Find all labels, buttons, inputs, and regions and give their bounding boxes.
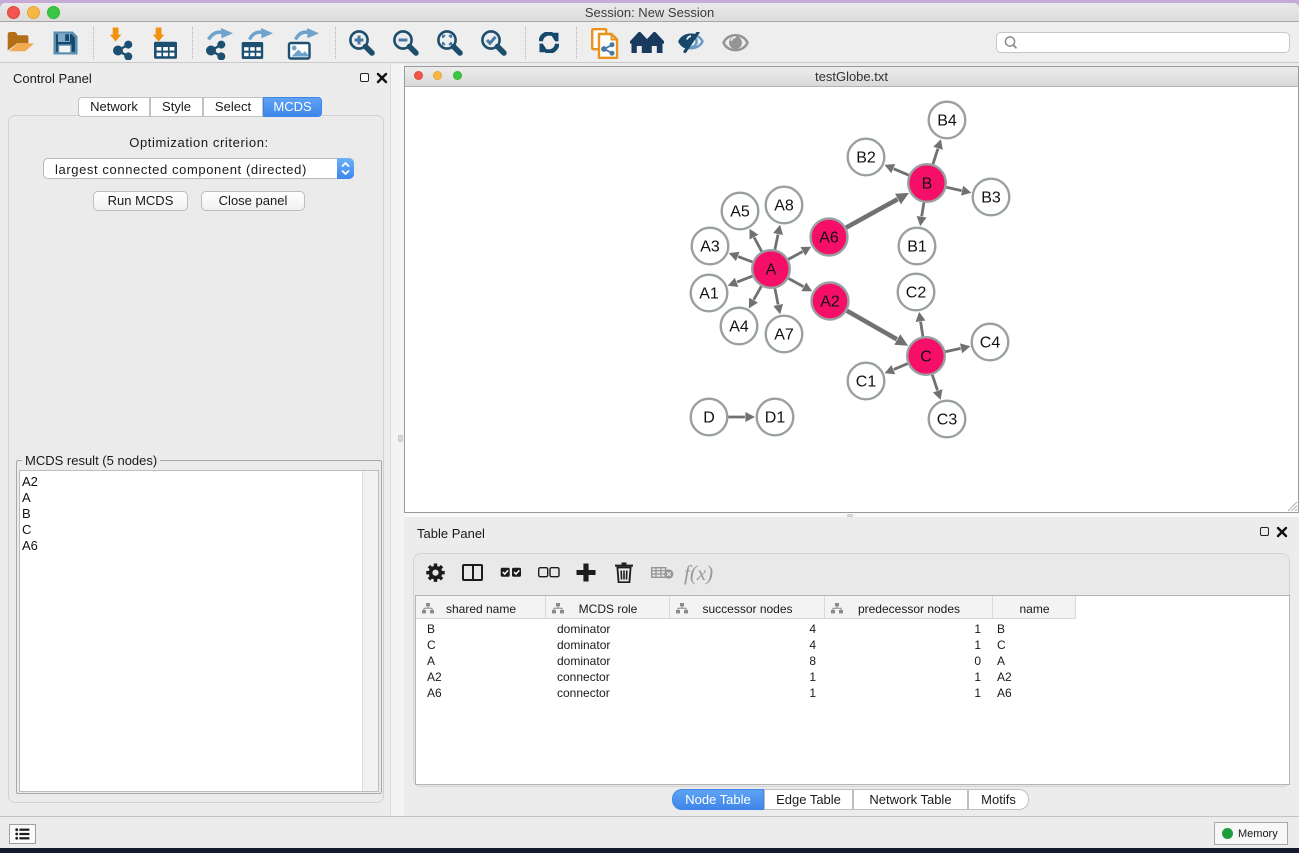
svg-text:A2: A2 [820, 294, 840, 311]
svg-text:A5: A5 [730, 204, 750, 221]
svg-text:A7: A7 [774, 327, 794, 344]
svg-text:C3: C3 [937, 412, 958, 429]
svg-text:B4: B4 [937, 113, 957, 130]
svg-text:B: B [922, 176, 933, 193]
svg-text:A1: A1 [699, 286, 719, 303]
svg-text:A3: A3 [700, 239, 720, 256]
svg-text:D: D [703, 410, 715, 427]
svg-text:B3: B3 [981, 190, 1001, 207]
svg-text:D1: D1 [765, 410, 786, 427]
svg-text:A8: A8 [774, 198, 794, 215]
svg-text:C2: C2 [906, 285, 927, 302]
svg-text:C1: C1 [856, 374, 877, 391]
svg-text:A4: A4 [729, 319, 749, 336]
svg-text:B2: B2 [856, 150, 876, 167]
svg-text:A: A [766, 262, 777, 279]
svg-text:A6: A6 [819, 230, 839, 247]
svg-text:C4: C4 [980, 335, 1001, 352]
svg-text:B1: B1 [907, 239, 927, 256]
svg-text:C: C [920, 349, 932, 366]
